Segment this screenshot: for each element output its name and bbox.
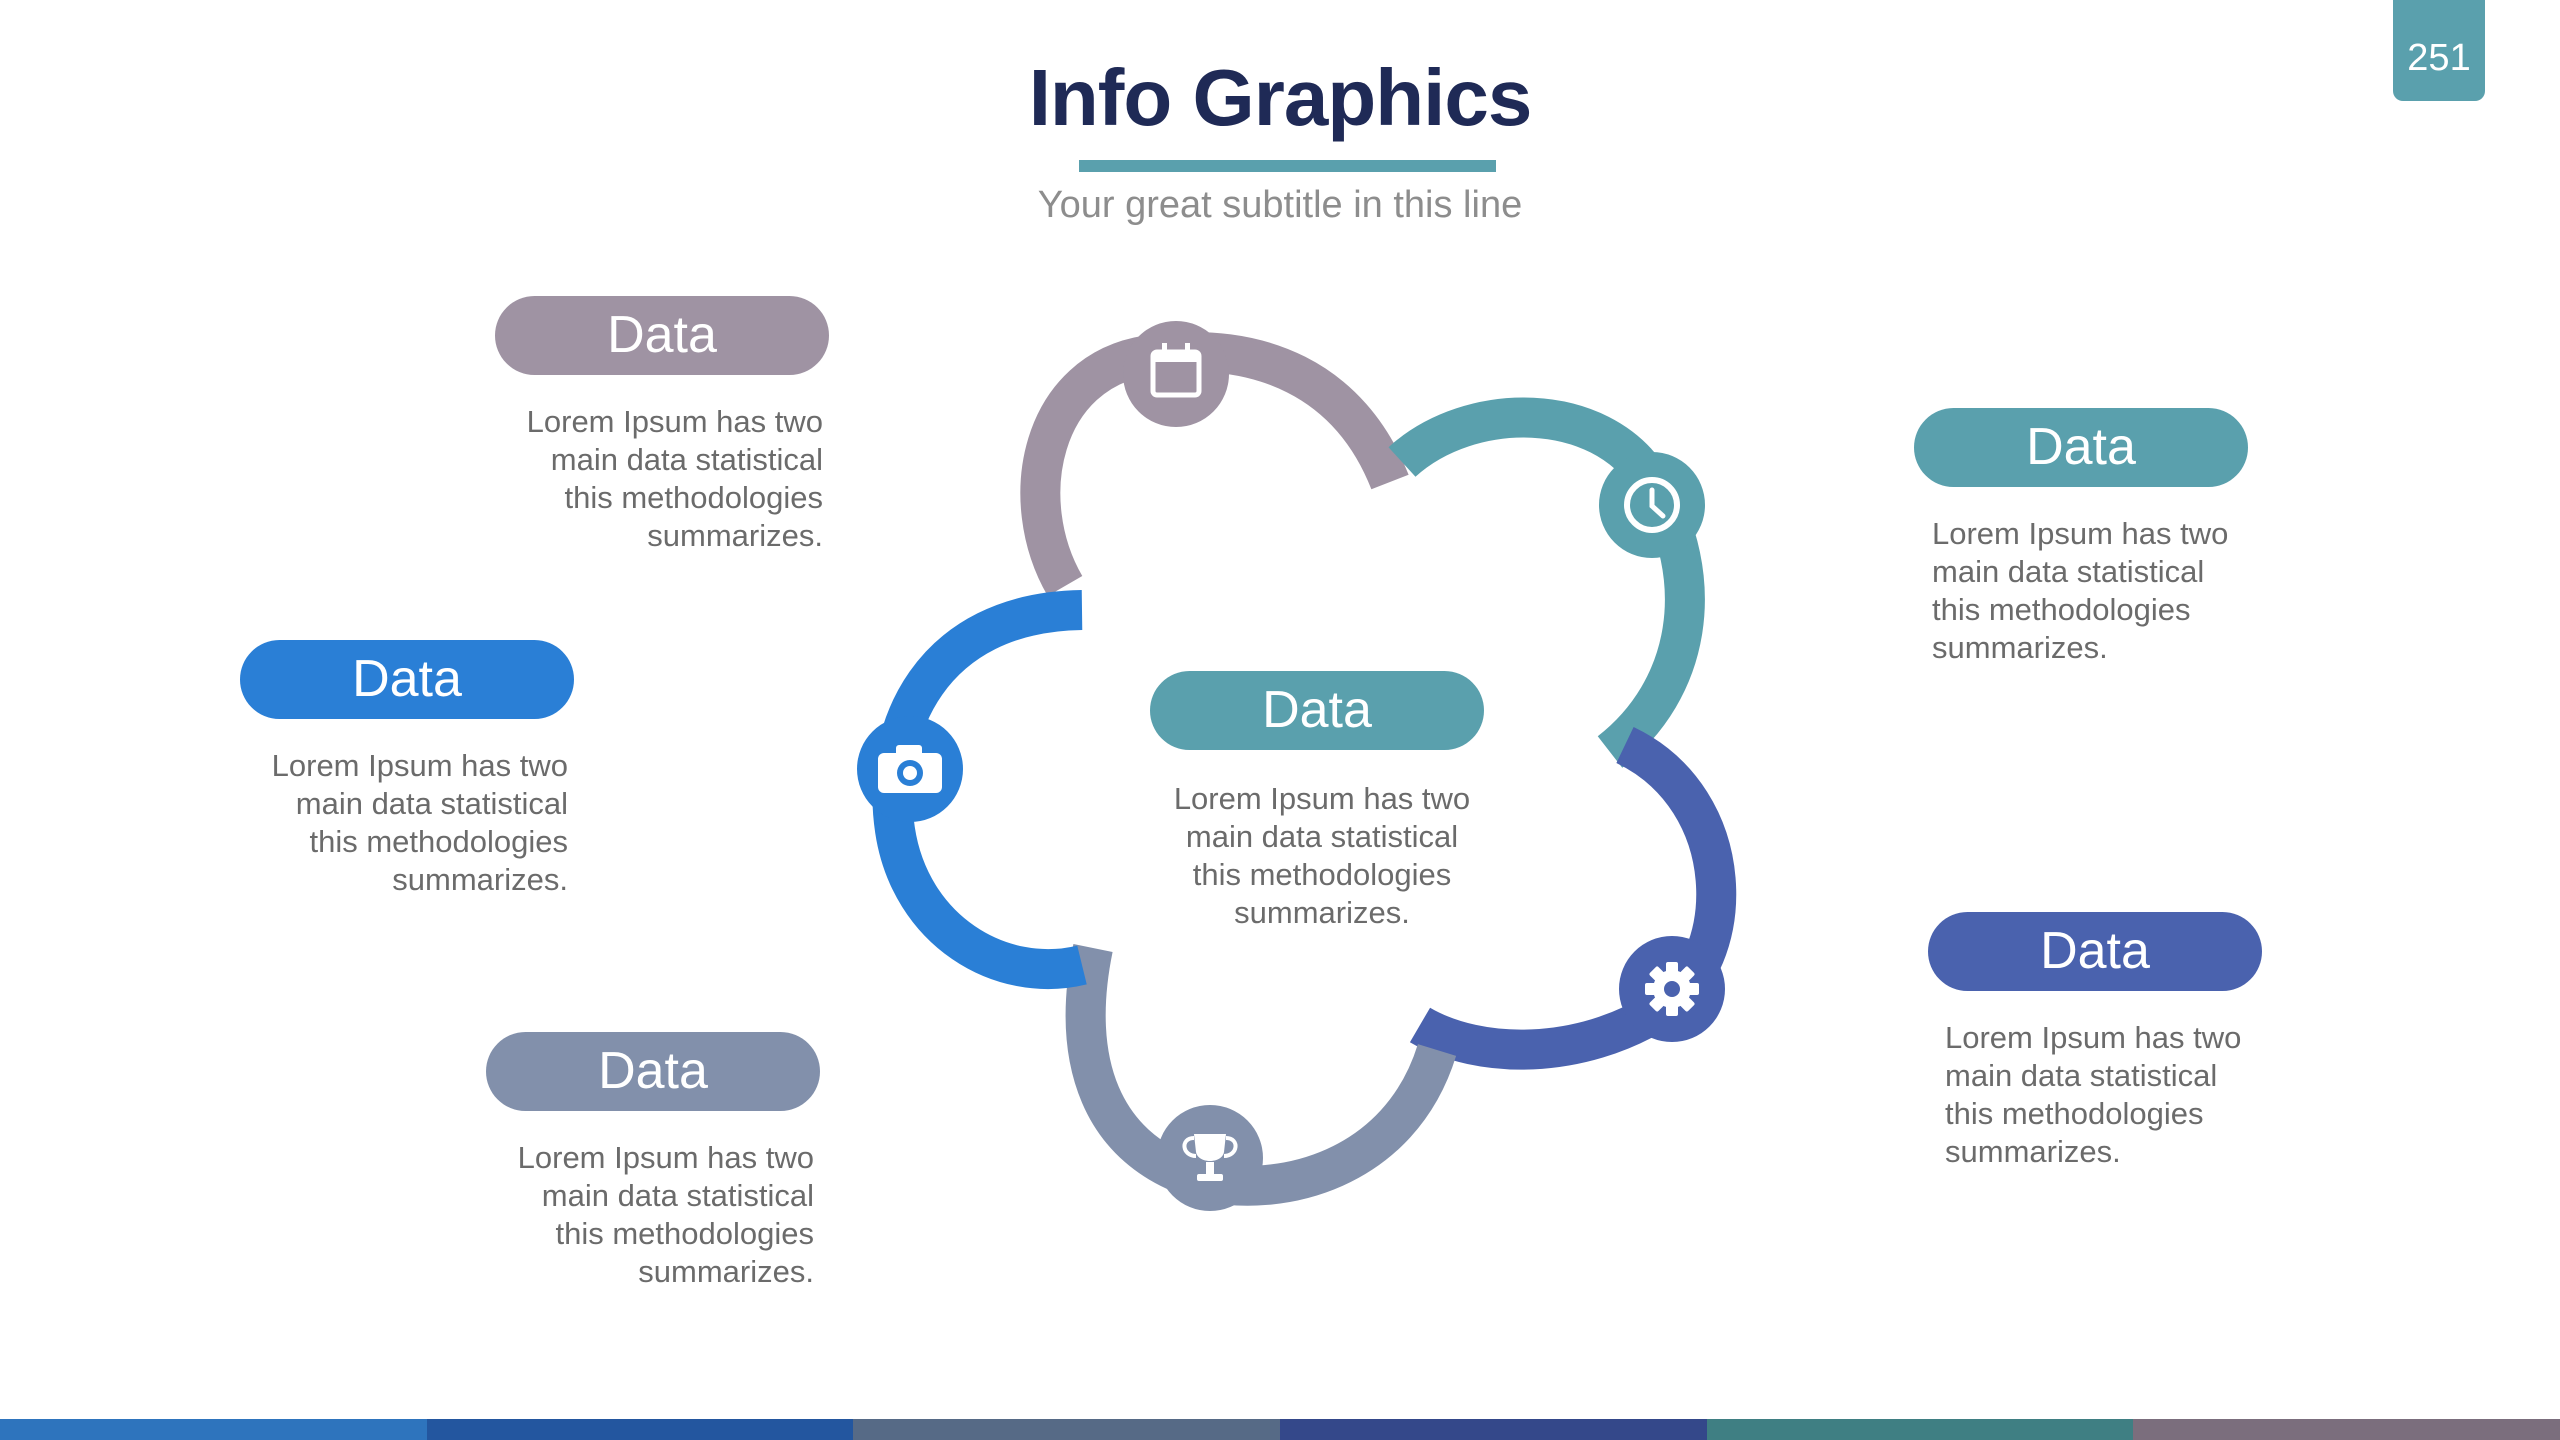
description-line: main data statistical [1932,554,2205,589]
description-line: main data statistical [550,442,823,477]
data-pill-mauve: Data [495,296,829,375]
clock-icon [1599,452,1705,558]
gear-icon [1619,936,1725,1042]
description-line: main data statistical [541,1178,814,1213]
footer-segment [2133,1419,2560,1440]
description-teal: Lorem Ipsum has two main data statistica… [1932,515,2252,667]
description-line: main data statistical [1945,1058,2218,1093]
center-text-line: main data statistical [1185,819,1459,854]
footer-segment [426,1419,854,1440]
center-text-line: summarizes. [1234,895,1410,930]
footer-segment [1706,1419,2134,1440]
center-data-pill: Data [1150,671,1484,750]
description-line: Lorem Ipsum has two [1945,1020,2242,1055]
description-slate: Lorem Ipsum has two main data statistica… [494,1139,814,1291]
footer-segment [0,1419,427,1440]
center-text-line: this methodologies [1192,857,1452,892]
footer-color-strip [0,1419,2560,1440]
description-mauve: Lorem Ipsum has two main data statistica… [503,403,823,555]
data-pill-blue: Data [240,640,574,719]
description-line: Lorem Ipsum has two [526,404,823,439]
data-pill-teal: Data [1914,408,2248,487]
description-line: main data statistical [295,786,568,821]
description-indigo: Lorem Ipsum has two main data statistica… [1945,1019,2265,1171]
calendar-icon [1123,321,1229,427]
data-pill-indigo: Data [1928,912,2262,991]
description-line: Lorem Ipsum has two [1932,516,2229,551]
description-line: summarizes. [638,1254,814,1289]
description-line: summarizes. [1932,630,2108,665]
description-line: summarizes. [1945,1134,2121,1169]
center-text-line: Lorem Ipsum has two [1173,781,1471,816]
description-line: this methodologies [309,824,569,859]
footer-segment [1280,1419,1707,1440]
description-line: this methodologies [1932,592,2191,627]
footer-segment [853,1419,1281,1440]
description-line: Lorem Ipsum has two [271,748,568,783]
trophy-icon [1157,1105,1263,1211]
description-line: this methodologies [564,480,824,515]
description-line: summarizes. [392,862,568,897]
center-description: Lorem Ipsum has two main data statistica… [1162,780,1482,932]
data-pill-slate: Data [486,1032,820,1111]
description-line: summarizes. [647,518,823,553]
description-blue: Lorem Ipsum has two main data statistica… [248,747,568,899]
camera-icon [857,716,963,822]
description-line: this methodologies [1945,1096,2204,1131]
description-line: this methodologies [555,1216,815,1251]
description-line: Lorem Ipsum has two [517,1140,814,1175]
